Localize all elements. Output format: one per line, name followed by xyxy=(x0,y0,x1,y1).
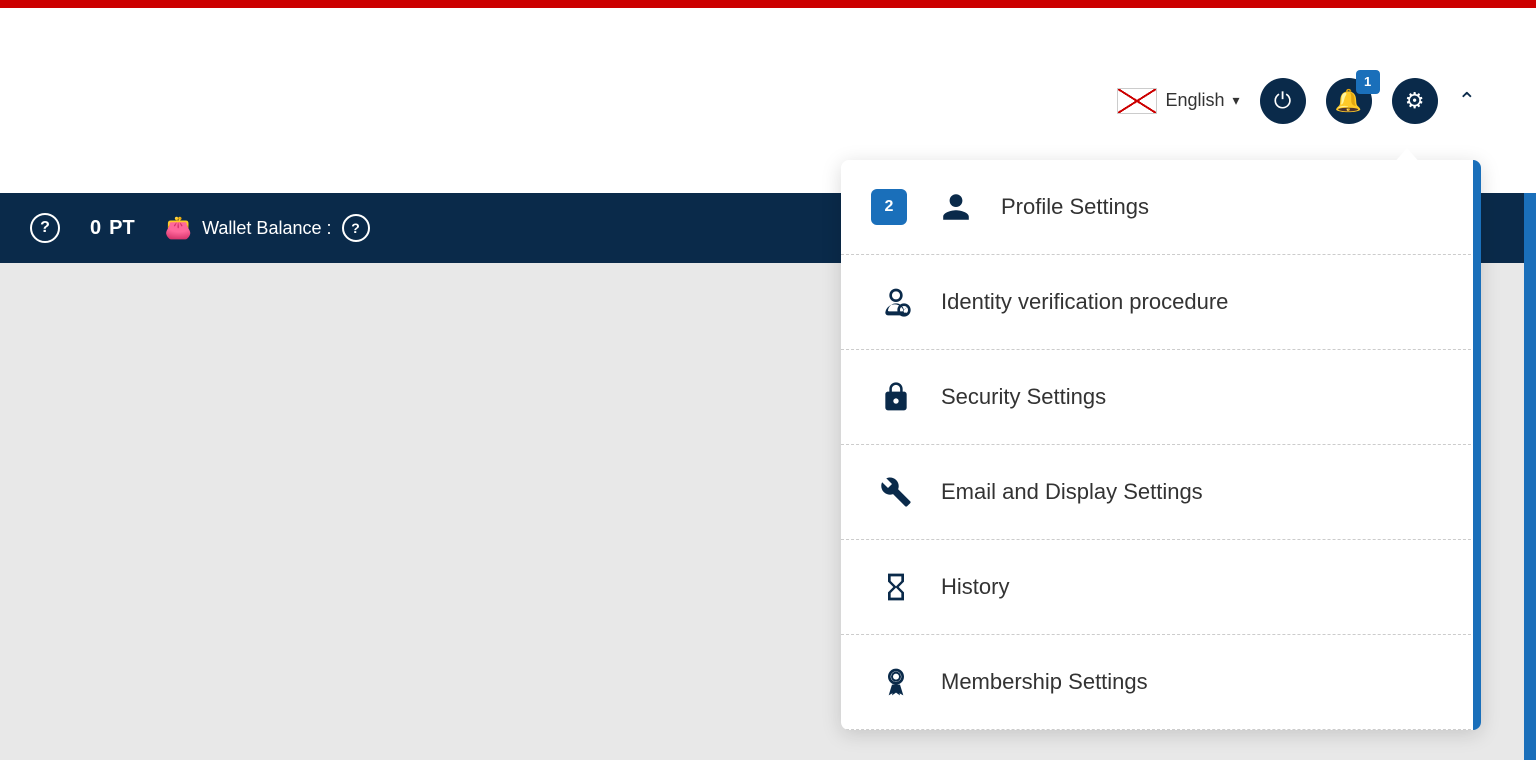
history-label: History xyxy=(941,574,1009,600)
gear-icon: ⚙ xyxy=(1405,88,1425,114)
wallet-help-button[interactable]: ? xyxy=(342,214,370,242)
dropdown-caret xyxy=(1393,148,1421,164)
power-button[interactable]: ⏻ xyxy=(1260,78,1306,124)
person-icon xyxy=(931,182,981,232)
nav-points: 0 PT xyxy=(90,217,135,240)
points-unit: PT xyxy=(109,217,135,240)
notification-container[interactable]: 🔔 1 xyxy=(1326,78,1372,124)
profile-settings-label: Profile Settings xyxy=(1001,194,1149,220)
dropdown-item-profile-settings[interactable]: 2 Profile Settings xyxy=(841,160,1481,255)
dropdown-item-membership-settings[interactable]: Membership Settings xyxy=(841,635,1481,730)
medal-icon xyxy=(871,657,921,707)
page-scrollbar[interactable] xyxy=(1524,193,1536,760)
dropdown-item-email-display-settings[interactable]: Email and Display Settings xyxy=(841,445,1481,540)
dropdown-menu: 2 Profile Settings Identity verification… xyxy=(841,160,1481,730)
language-chevron-icon: ▾ xyxy=(1233,92,1240,109)
identity-verification-label: Identity verification procedure xyxy=(941,289,1228,315)
wallet-help-icon: ? xyxy=(351,220,360,236)
power-icon: ⏻ xyxy=(1274,88,1291,114)
wallet-label: Wallet Balance : xyxy=(202,218,331,239)
help-icon: ? xyxy=(40,219,50,237)
hourglass-icon xyxy=(871,562,921,612)
wallet-icon: 👛 xyxy=(165,215,192,241)
membership-settings-label: Membership Settings xyxy=(941,669,1148,695)
dropdown-item-history[interactable]: History xyxy=(841,540,1481,635)
chevron-up-icon[interactable]: ⌃ xyxy=(1458,88,1476,114)
dropdown-item-identity-verification[interactable]: Identity verification procedure xyxy=(841,255,1481,350)
language-label: English xyxy=(1165,90,1224,111)
dropdown-scrollbar[interactable] xyxy=(1473,160,1481,730)
nav-help-button[interactable]: ? xyxy=(30,213,60,243)
nav-wallet: 👛 Wallet Balance : ? xyxy=(165,214,370,242)
profile-badge: 2 xyxy=(871,189,907,225)
points-value: 0 xyxy=(90,217,101,240)
language-selector[interactable]: English ▾ xyxy=(1117,88,1239,114)
lock-icon xyxy=(871,372,921,422)
email-display-settings-label: Email and Display Settings xyxy=(941,479,1203,505)
wrench-icon xyxy=(871,467,921,517)
top-red-bar xyxy=(0,0,1536,8)
security-settings-label: Security Settings xyxy=(941,384,1106,410)
notification-badge: 1 xyxy=(1356,70,1380,94)
settings-button[interactable]: ⚙ xyxy=(1392,78,1438,124)
identity-icon xyxy=(871,277,921,327)
flag-uk-icon xyxy=(1117,88,1157,114)
dropdown-item-security-settings[interactable]: Security Settings xyxy=(841,350,1481,445)
header-controls: English ▾ ⏻ 🔔 1 ⚙ ⌃ xyxy=(1117,78,1476,124)
